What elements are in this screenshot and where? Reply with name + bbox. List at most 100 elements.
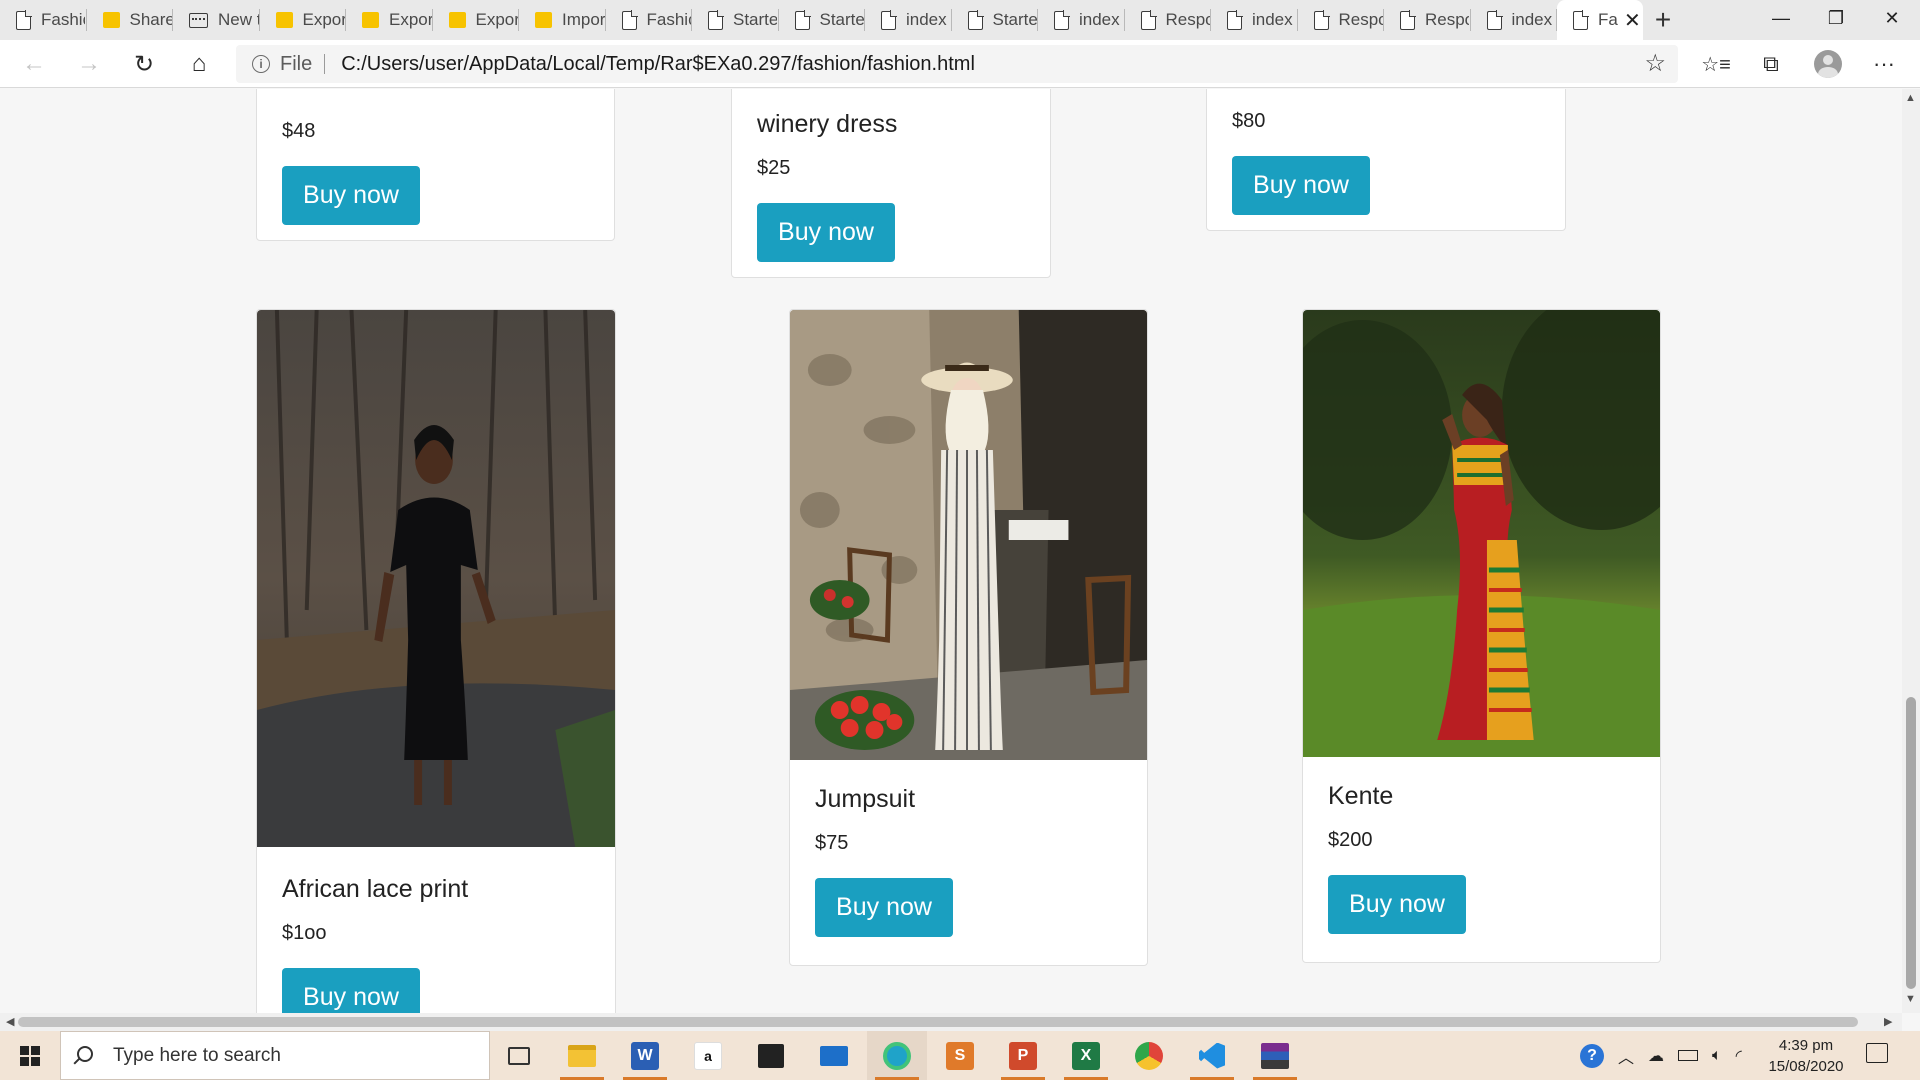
volume-icon[interactable]: 🔈︎ (1712, 1047, 1722, 1065)
page-icon (967, 9, 984, 30)
start-button[interactable] (0, 1031, 60, 1080)
product-title: African lace print (282, 875, 469, 903)
browser-tab[interactable]: index (1211, 0, 1298, 40)
file-explorer-taskbar-app[interactable] (552, 1031, 612, 1080)
collections-button[interactable]: ⧉ (1753, 46, 1789, 82)
restore-button[interactable]: ❐ (1808, 0, 1864, 36)
windows-logo-icon (20, 1045, 40, 1066)
taskbar-search[interactable]: Type here to search (60, 1031, 490, 1080)
horizontal-scroll-thumb[interactable] (18, 1017, 1858, 1027)
close-tab-icon[interactable]: ✕ (1624, 8, 1641, 33)
settings-more-button[interactable]: ··· (1866, 46, 1902, 82)
scroll-down-icon[interactable]: ▼ (1905, 993, 1916, 1005)
buy-now-button[interactable]: Buy now (815, 878, 953, 937)
tab-label: index (906, 10, 947, 29)
browser-tab[interactable]: Starte (779, 0, 866, 40)
buy-now-button[interactable]: Buy now (282, 166, 420, 225)
favorites-button[interactable]: ☆≡ (1698, 46, 1734, 82)
taskbar-clock[interactable]: 4:39 pm 15/08/2020 (1762, 1035, 1850, 1077)
tab-label: New t (218, 10, 260, 29)
chrome-taskbar-app[interactable] (1119, 1031, 1179, 1080)
info-icon[interactable]: i (252, 55, 270, 73)
amazon-taskbar-app[interactable]: a (678, 1031, 738, 1080)
edge-icon (883, 1041, 911, 1070)
folder-icon (102, 12, 120, 28)
browser-tab[interactable]: Fashic (606, 0, 693, 40)
refresh-button[interactable]: ↻ (126, 46, 162, 82)
onedrive-icon[interactable]: ☁ (1648, 1046, 1664, 1066)
store-taskbar-app[interactable] (741, 1031, 801, 1080)
notification-center-icon[interactable] (1866, 1043, 1888, 1063)
browser-tab[interactable]: Expor (346, 0, 433, 40)
back-button[interactable]: ← (16, 46, 52, 82)
vertical-scrollbar[interactable]: ▲ ▼ (1902, 89, 1920, 1013)
wifi-icon[interactable]: ◜ (1736, 1046, 1742, 1066)
show-hidden-icons-icon[interactable]: ︿ (1618, 1044, 1634, 1068)
browser-tab[interactable]: Starte (692, 0, 779, 40)
battery-icon[interactable] (1678, 1050, 1699, 1061)
page-icon (1573, 9, 1589, 30)
buy-now-button[interactable]: Buy now (1232, 156, 1370, 215)
page-icon (1140, 9, 1157, 30)
vertical-scroll-thumb[interactable] (1906, 697, 1916, 989)
active-browser-tab[interactable]: Fa ✕ (1557, 0, 1643, 40)
tab-label: index (1511, 10, 1553, 29)
powerpoint-taskbar-app[interactable]: P (993, 1031, 1053, 1080)
product-price: $200 (1328, 829, 1373, 851)
scroll-left-icon[interactable]: ◀ (6, 1015, 14, 1028)
favorites-icon: ☆≡ (1701, 53, 1731, 76)
browser-tab[interactable]: Impor (519, 0, 606, 40)
tab-label: Respo (1165, 10, 1210, 29)
task-view-button[interactable] (489, 1031, 549, 1080)
buy-now-button[interactable]: Buy now (282, 968, 420, 1013)
product-image-lace-dress (257, 310, 615, 847)
browser-tab[interactable]: Expor (260, 0, 346, 40)
mail-taskbar-app[interactable] (804, 1031, 864, 1080)
browser-tab[interactable]: index (865, 0, 952, 40)
tab-label: Respo (1338, 10, 1383, 29)
buy-now-button[interactable]: Buy now (757, 203, 895, 262)
close-window-button[interactable]: ✕ (1864, 0, 1920, 36)
browser-tab[interactable]: Respo (1125, 0, 1212, 40)
star-icon[interactable]: ☆ (1644, 49, 1666, 78)
scroll-up-icon[interactable]: ▲ (1905, 92, 1916, 104)
browser-tab[interactable]: New t (173, 0, 260, 40)
product-card: $48 Buy now (256, 89, 615, 241)
vscode-taskbar-app[interactable] (1182, 1031, 1242, 1080)
browser-tab[interactable]: Starte (952, 0, 1039, 40)
new-tab-button[interactable]: + (1643, 0, 1683, 40)
url-text[interactable]: C:/Users/user/AppData/Local/Temp/Rar$EXa… (341, 53, 975, 76)
collections-icon: ⧉ (1763, 51, 1779, 76)
profile-avatar[interactable] (1814, 50, 1842, 78)
browser-tab[interactable]: Share (87, 0, 173, 40)
product-price: $80 (1232, 110, 1266, 132)
browser-tab[interactable]: index (1038, 0, 1125, 40)
more-icon: ··· (1873, 51, 1895, 76)
edge-taskbar-app[interactable] (867, 1031, 927, 1080)
winrar-taskbar-app[interactable] (1245, 1031, 1305, 1080)
excel-taskbar-app[interactable]: X (1056, 1031, 1116, 1080)
browser-tab[interactable]: Fashic (0, 0, 87, 40)
minimize-button[interactable]: — (1753, 0, 1809, 36)
browser-tab[interactable]: Expor (433, 0, 519, 40)
tab-strip: Fashic Share New t Expor Expor Expor Impor Fash… (0, 0, 1920, 40)
amazon-icon: a (694, 1041, 722, 1070)
browser-tab[interactable]: index (1471, 0, 1558, 40)
browser-tab[interactable]: Respo (1384, 0, 1471, 40)
folder-icon (568, 1044, 596, 1067)
address-bar[interactable]: i File C:/Users/user/AppData/Local/Temp/… (236, 45, 1678, 83)
address-divider (324, 54, 326, 74)
word-taskbar-app[interactable]: W (615, 1031, 675, 1080)
sublime-taskbar-app[interactable]: S (930, 1031, 990, 1080)
horizontal-scrollbar[interactable]: ◀ ▶ (0, 1013, 1902, 1031)
product-title: winery dress (757, 110, 898, 138)
page-icon (1227, 9, 1243, 30)
home-button[interactable]: ⌂ (181, 46, 217, 82)
help-icon[interactable]: ? (1580, 1043, 1604, 1068)
scroll-right-icon[interactable]: ▶ (1884, 1015, 1892, 1028)
buy-now-button[interactable]: Buy now (1328, 875, 1466, 934)
product-price: $48 (282, 120, 316, 142)
tab-label: index (1252, 10, 1293, 29)
browser-tab[interactable]: Respo (1298, 0, 1385, 40)
forward-button[interactable]: → (71, 46, 107, 82)
